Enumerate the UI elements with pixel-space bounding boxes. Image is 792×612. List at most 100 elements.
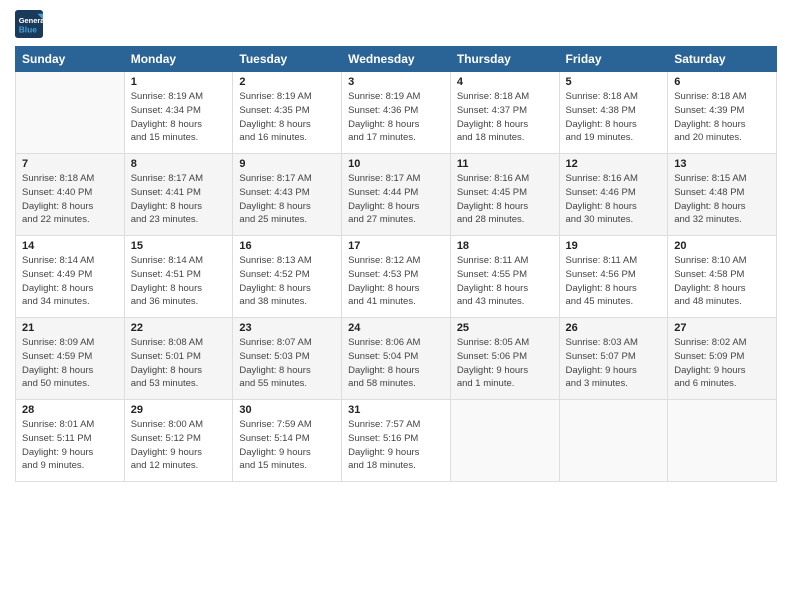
day-info: Sunrise: 8:03 AM Sunset: 5:07 PM Dayligh… <box>566 336 662 391</box>
calendar-cell: 21 Sunrise: 8:09 AM Sunset: 4:59 PM Dayli… <box>16 318 125 400</box>
day-info: Sunrise: 8:16 AM Sunset: 4:46 PM Dayligh… <box>566 172 662 227</box>
day-info: Sunrise: 8:18 AM Sunset: 4:38 PM Dayligh… <box>566 90 662 145</box>
calendar-cell: 29 Sunrise: 8:00 AM Sunset: 5:12 PM Dayli… <box>124 400 233 482</box>
calendar-cell: 6Sunrise: 8:18 AM Sunset: 4:39 PM Daylig… <box>668 72 777 154</box>
day-info: Sunrise: 8:14 AM Sunset: 4:49 PM Dayligh… <box>22 254 118 309</box>
calendar-cell: 28Sunrise: 8:01 AM Sunset: 5:11 PM Dayli… <box>16 400 125 482</box>
calendar-cell: 19 Sunrise: 8:11 AM Sunset: 4:56 PM Dayli… <box>559 236 668 318</box>
day-number: 10 <box>348 158 444 170</box>
calendar-cell: 20Sunrise: 8:10 AM Sunset: 4:58 PM Dayli… <box>668 236 777 318</box>
day-number: 24 <box>348 322 444 334</box>
calendar-cell: 7 Sunrise: 8:18 AM Sunset: 4:40 PM Daylig… <box>16 154 125 236</box>
day-number: 18 <box>457 240 553 252</box>
calendar-cell <box>559 400 668 482</box>
calendar-cell: 4 Sunrise: 8:18 AM Sunset: 4:37 PM Daylig… <box>450 72 559 154</box>
day-number: 19 <box>566 240 662 252</box>
day-info: Sunrise: 8:01 AM Sunset: 5:11 PM Dayligh… <box>22 418 118 473</box>
day-number: 25 <box>457 322 553 334</box>
day-info: Sunrise: 8:12 AM Sunset: 4:53 PM Dayligh… <box>348 254 444 309</box>
day-info: Sunrise: 8:09 AM Sunset: 4:59 PM Dayligh… <box>22 336 118 391</box>
page: General Blue SundayMondayTuesdayWednesda… <box>0 0 792 492</box>
calendar-cell: 24 Sunrise: 8:06 AM Sunset: 5:04 PM Dayli… <box>342 318 451 400</box>
day-info: Sunrise: 8:06 AM Sunset: 5:04 PM Dayligh… <box>348 336 444 391</box>
calendar-cell: 26 Sunrise: 8:03 AM Sunset: 5:07 PM Dayli… <box>559 318 668 400</box>
day-number: 8 <box>131 158 227 170</box>
day-number: 22 <box>131 322 227 334</box>
day-number: 12 <box>566 158 662 170</box>
day-number: 6 <box>674 76 770 88</box>
calendar-cell: 14 Sunrise: 8:14 AM Sunset: 4:49 PM Dayli… <box>16 236 125 318</box>
day-info: Sunrise: 8:17 AM Sunset: 4:44 PM Dayligh… <box>348 172 444 227</box>
calendar-cell: 27 Sunrise: 8:02 AM Sunset: 5:09 PM Dayli… <box>668 318 777 400</box>
day-number: 3 <box>348 76 444 88</box>
day-info: Sunrise: 8:07 AM Sunset: 5:03 PM Dayligh… <box>239 336 335 391</box>
calendar-week-row: 1 Sunrise: 8:19 AM Sunset: 4:34 PM Daylig… <box>16 72 777 154</box>
day-number: 30 <box>239 404 335 416</box>
weekday-header-sunday: Sunday <box>16 47 125 72</box>
calendar-cell: 8 Sunrise: 8:17 AM Sunset: 4:41 PM Daylig… <box>124 154 233 236</box>
day-info: Sunrise: 8:08 AM Sunset: 5:01 PM Dayligh… <box>131 336 227 391</box>
calendar-table: SundayMondayTuesdayWednesdayThursdayFrid… <box>15 46 777 482</box>
day-info: Sunrise: 7:59 AM Sunset: 5:14 PM Dayligh… <box>239 418 335 473</box>
calendar-week-row: 7 Sunrise: 8:18 AM Sunset: 4:40 PM Daylig… <box>16 154 777 236</box>
logo: General Blue <box>15 10 47 38</box>
day-info: Sunrise: 8:00 AM Sunset: 5:12 PM Dayligh… <box>131 418 227 473</box>
calendar-cell <box>668 400 777 482</box>
calendar-cell: 31 Sunrise: 7:57 AM Sunset: 5:16 PM Dayli… <box>342 400 451 482</box>
day-info: Sunrise: 8:18 AM Sunset: 4:40 PM Dayligh… <box>22 172 118 227</box>
day-number: 2 <box>239 76 335 88</box>
calendar-cell: 5 Sunrise: 8:18 AM Sunset: 4:38 PM Daylig… <box>559 72 668 154</box>
calendar-cell: 30 Sunrise: 7:59 AM Sunset: 5:14 PM Dayli… <box>233 400 342 482</box>
day-info: Sunrise: 8:17 AM Sunset: 4:43 PM Dayligh… <box>239 172 335 227</box>
day-number: 26 <box>566 322 662 334</box>
day-number: 29 <box>131 404 227 416</box>
day-info: Sunrise: 8:19 AM Sunset: 4:34 PM Dayligh… <box>131 90 227 145</box>
day-info: Sunrise: 8:15 AM Sunset: 4:48 PM Dayligh… <box>674 172 770 227</box>
day-info: Sunrise: 8:19 AM Sunset: 4:35 PM Dayligh… <box>239 90 335 145</box>
day-number: 27 <box>674 322 770 334</box>
day-number: 11 <box>457 158 553 170</box>
calendar-week-row: 21 Sunrise: 8:09 AM Sunset: 4:59 PM Dayli… <box>16 318 777 400</box>
calendar-cell <box>16 72 125 154</box>
calendar-cell: 3 Sunrise: 8:19 AM Sunset: 4:36 PM Daylig… <box>342 72 451 154</box>
calendar-cell: 13Sunrise: 8:15 AM Sunset: 4:48 PM Dayli… <box>668 154 777 236</box>
weekday-header-row: SundayMondayTuesdayWednesdayThursdayFrid… <box>16 47 777 72</box>
day-info: Sunrise: 7:57 AM Sunset: 5:16 PM Dayligh… <box>348 418 444 473</box>
day-number: 5 <box>566 76 662 88</box>
day-info: Sunrise: 8:16 AM Sunset: 4:45 PM Dayligh… <box>457 172 553 227</box>
day-number: 9 <box>239 158 335 170</box>
day-info: Sunrise: 8:10 AM Sunset: 4:58 PM Dayligh… <box>674 254 770 309</box>
calendar-cell: 17 Sunrise: 8:12 AM Sunset: 4:53 PM Dayli… <box>342 236 451 318</box>
day-number: 23 <box>239 322 335 334</box>
calendar-cell: 18Sunrise: 8:11 AM Sunset: 4:55 PM Dayli… <box>450 236 559 318</box>
day-number: 17 <box>348 240 444 252</box>
day-info: Sunrise: 8:05 AM Sunset: 5:06 PM Dayligh… <box>457 336 553 391</box>
weekday-header-saturday: Saturday <box>668 47 777 72</box>
day-info: Sunrise: 8:17 AM Sunset: 4:41 PM Dayligh… <box>131 172 227 227</box>
day-number: 14 <box>22 240 118 252</box>
day-number: 31 <box>348 404 444 416</box>
logo-icon: General Blue <box>15 10 43 38</box>
day-number: 15 <box>131 240 227 252</box>
calendar-cell: 1 Sunrise: 8:19 AM Sunset: 4:34 PM Daylig… <box>124 72 233 154</box>
calendar-cell: 16Sunrise: 8:13 AM Sunset: 4:52 PM Dayli… <box>233 236 342 318</box>
day-number: 16 <box>239 240 335 252</box>
calendar-cell: 9 Sunrise: 8:17 AM Sunset: 4:43 PM Daylig… <box>233 154 342 236</box>
weekday-header-wednesday: Wednesday <box>342 47 451 72</box>
calendar-cell: 10 Sunrise: 8:17 AM Sunset: 4:44 PM Dayli… <box>342 154 451 236</box>
calendar-cell: 11 Sunrise: 8:16 AM Sunset: 4:45 PM Dayli… <box>450 154 559 236</box>
calendar-week-row: 14 Sunrise: 8:14 AM Sunset: 4:49 PM Dayli… <box>16 236 777 318</box>
day-info: Sunrise: 8:18 AM Sunset: 4:37 PM Dayligh… <box>457 90 553 145</box>
day-info: Sunrise: 8:19 AM Sunset: 4:36 PM Dayligh… <box>348 90 444 145</box>
day-number: 7 <box>22 158 118 170</box>
day-info: Sunrise: 8:02 AM Sunset: 5:09 PM Dayligh… <box>674 336 770 391</box>
calendar-cell: 2 Sunrise: 8:19 AM Sunset: 4:35 PM Daylig… <box>233 72 342 154</box>
day-info: Sunrise: 8:14 AM Sunset: 4:51 PM Dayligh… <box>131 254 227 309</box>
calendar-cell: 25 Sunrise: 8:05 AM Sunset: 5:06 PM Dayli… <box>450 318 559 400</box>
weekday-header-tuesday: Tuesday <box>233 47 342 72</box>
day-number: 4 <box>457 76 553 88</box>
day-number: 1 <box>131 76 227 88</box>
day-info: Sunrise: 8:11 AM Sunset: 4:56 PM Dayligh… <box>566 254 662 309</box>
header: General Blue <box>15 10 777 38</box>
day-number: 21 <box>22 322 118 334</box>
